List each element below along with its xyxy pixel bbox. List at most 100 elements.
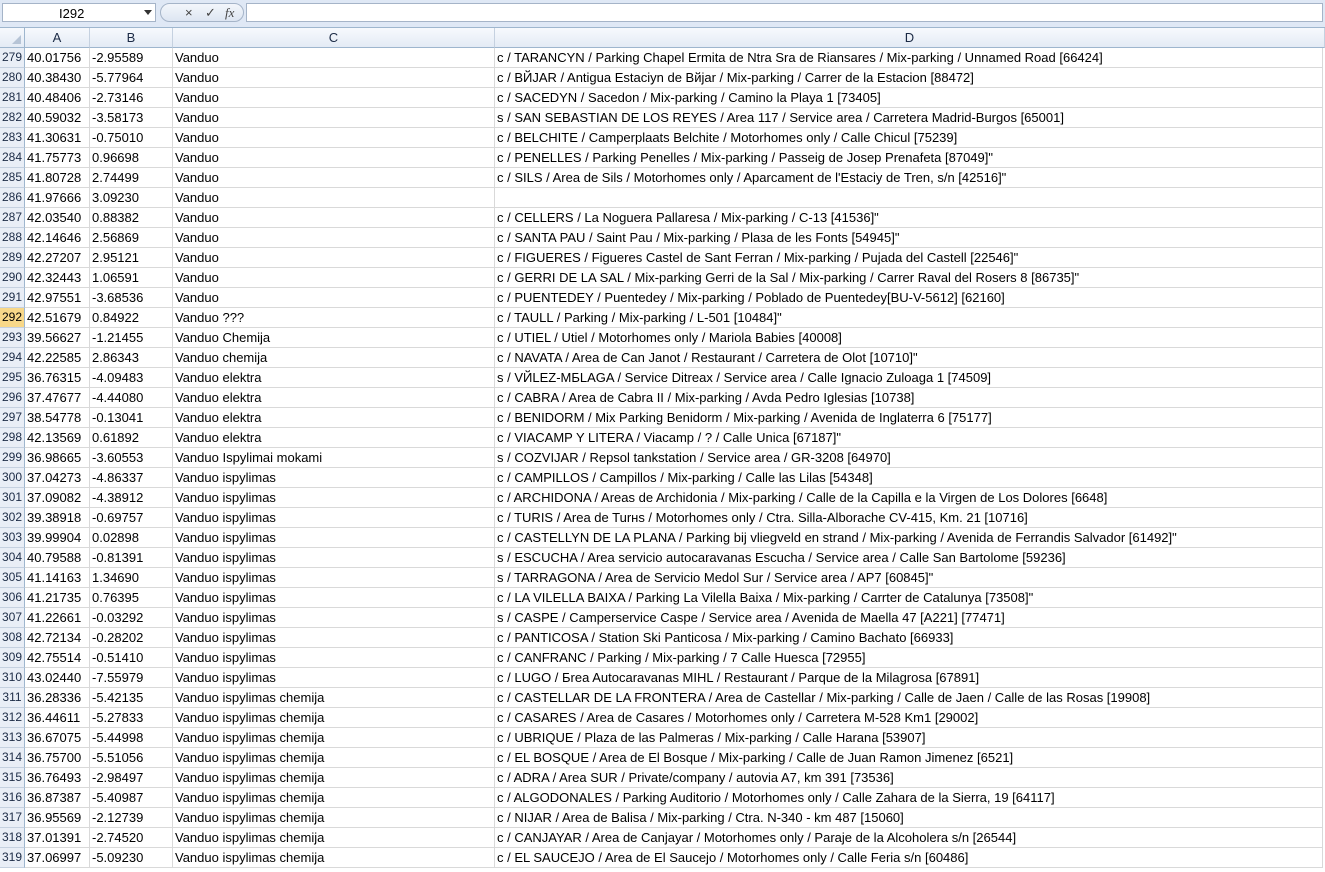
cell-a[interactable]: 40.79588 xyxy=(25,548,90,568)
cell-c[interactable]: Vanduo ispylimas xyxy=(173,548,495,568)
cell-b[interactable]: 0.96698 xyxy=(90,148,173,168)
cell-d[interactable]: c / CASARES / Area de Casares / Motorhom… xyxy=(495,708,1323,728)
row-header[interactable]: 308 xyxy=(0,628,25,648)
cell-d[interactable] xyxy=(495,188,1323,208)
cell-c[interactable]: Vanduo ??? xyxy=(173,308,495,328)
select-all-button[interactable] xyxy=(0,28,25,48)
cell-b[interactable]: 2.56869 xyxy=(90,228,173,248)
cell-b[interactable]: -2.98497 xyxy=(90,768,173,788)
column-header-b[interactable]: B xyxy=(90,28,173,48)
row-header[interactable]: 301 xyxy=(0,488,25,508)
row-header[interactable]: 291 xyxy=(0,288,25,308)
cell-a[interactable]: 39.38918 xyxy=(25,508,90,528)
cell-c[interactable]: Vanduo xyxy=(173,228,495,248)
cell-c[interactable]: Vanduo elektra xyxy=(173,388,495,408)
cell-d[interactable]: s / COZVIJAR / Repsol tankstation / Serv… xyxy=(495,448,1323,468)
cell-b[interactable]: -0.28202 xyxy=(90,628,173,648)
cell-b[interactable]: -5.77964 xyxy=(90,68,173,88)
row-header[interactable]: 298 xyxy=(0,428,25,448)
cell-a[interactable]: 42.75514 xyxy=(25,648,90,668)
row-header[interactable]: 297 xyxy=(0,408,25,428)
cell-a[interactable]: 37.01391 xyxy=(25,828,90,848)
cell-b[interactable]: -5.51056 xyxy=(90,748,173,768)
cell-d[interactable]: c / UBRIQUE / Plaza de las Palmeras / Mi… xyxy=(495,728,1323,748)
column-header-d[interactable]: D xyxy=(495,28,1325,48)
row-header[interactable]: 311 xyxy=(0,688,25,708)
cell-a[interactable]: 40.38430 xyxy=(25,68,90,88)
row-header[interactable]: 287 xyxy=(0,208,25,228)
cell-b[interactable]: 0.84922 xyxy=(90,308,173,328)
cell-a[interactable]: 42.03540 xyxy=(25,208,90,228)
cell-d[interactable]: c / BENIDORM / Mix Parking Benidorm / Mi… xyxy=(495,408,1323,428)
formula-input[interactable] xyxy=(246,3,1323,22)
row-header[interactable]: 283 xyxy=(0,128,25,148)
cell-b[interactable]: -2.73146 xyxy=(90,88,173,108)
row-header[interactable]: 286 xyxy=(0,188,25,208)
cell-d[interactable]: c / TAULL / Parking / Mix-parking / L-50… xyxy=(495,308,1323,328)
cell-b[interactable]: -0.75010 xyxy=(90,128,173,148)
cell-a[interactable]: 42.32443 xyxy=(25,268,90,288)
cell-c[interactable]: Vanduo xyxy=(173,168,495,188)
enter-icon[interactable]: ✓ xyxy=(205,5,216,21)
cell-c[interactable]: Vanduo elektra xyxy=(173,408,495,428)
cell-a[interactable]: 36.44611 xyxy=(25,708,90,728)
cell-b[interactable]: 3.09230 xyxy=(90,188,173,208)
cell-a[interactable]: 37.04273 xyxy=(25,468,90,488)
cell-b[interactable]: -1.21455 xyxy=(90,328,173,348)
cell-d[interactable]: c / LA VILELLA BAIXA / Parking La Vilell… xyxy=(495,588,1323,608)
chevron-down-icon[interactable] xyxy=(144,10,152,15)
cell-d[interactable]: s / VЙLEZ-MБLAGA / Service Ditreax / Ser… xyxy=(495,368,1323,388)
cell-a[interactable]: 37.09082 xyxy=(25,488,90,508)
cell-d[interactable]: c / TARANCYN / Parking Chapel Ermita de … xyxy=(495,48,1323,68)
column-header-c[interactable]: C xyxy=(173,28,495,48)
cell-a[interactable]: 41.22661 xyxy=(25,608,90,628)
row-header[interactable]: 305 xyxy=(0,568,25,588)
cell-a[interactable]: 42.14646 xyxy=(25,228,90,248)
row-header[interactable]: 316 xyxy=(0,788,25,808)
cell-a[interactable]: 41.30631 xyxy=(25,128,90,148)
row-header[interactable]: 296 xyxy=(0,388,25,408)
row-header[interactable]: 284 xyxy=(0,148,25,168)
cell-a[interactable]: 36.76315 xyxy=(25,368,90,388)
row-header[interactable]: 300 xyxy=(0,468,25,488)
cell-c[interactable]: Vanduo xyxy=(173,288,495,308)
cell-a[interactable]: 41.80728 xyxy=(25,168,90,188)
cell-a[interactable]: 42.97551 xyxy=(25,288,90,308)
cell-a[interactable]: 39.56627 xyxy=(25,328,90,348)
row-header[interactable]: 292 xyxy=(0,308,25,328)
cell-d[interactable]: c / PUENTEDEY / Puentedey / Mix-parking … xyxy=(495,288,1323,308)
row-header[interactable]: 294 xyxy=(0,348,25,368)
row-header[interactable]: 290 xyxy=(0,268,25,288)
cell-d[interactable]: c / PENELLES / Parking Penelles / Mix-pa… xyxy=(495,148,1323,168)
cell-d[interactable]: c / SANTA PAU / Saint Pau / Mix-parking … xyxy=(495,228,1323,248)
cell-c[interactable]: Vanduo chemija xyxy=(173,348,495,368)
cell-b[interactable]: -0.03292 xyxy=(90,608,173,628)
cell-c[interactable]: Vanduo ispylimas chemija xyxy=(173,688,495,708)
cell-d[interactable]: c / LUGO / Бrea Autocaravanas MIHL / Res… xyxy=(495,668,1323,688)
cell-a[interactable]: 41.14163 xyxy=(25,568,90,588)
cell-c[interactable]: Vanduo ispylimas chemija xyxy=(173,828,495,848)
cell-c[interactable]: Vanduo Chemija xyxy=(173,328,495,348)
cell-c[interactable]: Vanduo ispylimas chemija xyxy=(173,788,495,808)
cell-c[interactable]: Vanduo xyxy=(173,188,495,208)
cell-d[interactable]: s / SAN SEBASTIAN DE LOS REYES / Area 11… xyxy=(495,108,1323,128)
cell-d[interactable]: s / CASPE / Camperservice Caspe / Servic… xyxy=(495,608,1323,628)
cell-c[interactable]: Vanduo ispylimas xyxy=(173,508,495,528)
cell-a[interactable]: 42.51679 xyxy=(25,308,90,328)
cell-d[interactable]: c / NAVATA / Area de Can Janot / Restaur… xyxy=(495,348,1323,368)
row-header[interactable]: 310 xyxy=(0,668,25,688)
row-header[interactable]: 319 xyxy=(0,848,25,868)
row-header[interactable]: 303 xyxy=(0,528,25,548)
cell-d[interactable]: c / NIJAR / Area de Balisa / Mix-parking… xyxy=(495,808,1323,828)
row-header[interactable]: 285 xyxy=(0,168,25,188)
name-box[interactable]: I292 xyxy=(2,3,156,22)
cell-d[interactable]: c / CASTELLYN DE LA PLANA / Parking bij … xyxy=(495,528,1323,548)
cell-a[interactable]: 41.75773 xyxy=(25,148,90,168)
cell-c[interactable]: Vanduo xyxy=(173,68,495,88)
cell-a[interactable]: 39.99904 xyxy=(25,528,90,548)
cell-c[interactable]: Vanduo xyxy=(173,148,495,168)
cell-b[interactable]: -2.74520 xyxy=(90,828,173,848)
row-header[interactable]: 289 xyxy=(0,248,25,268)
cell-b[interactable]: -0.13041 xyxy=(90,408,173,428)
cell-b[interactable]: -4.44080 xyxy=(90,388,173,408)
